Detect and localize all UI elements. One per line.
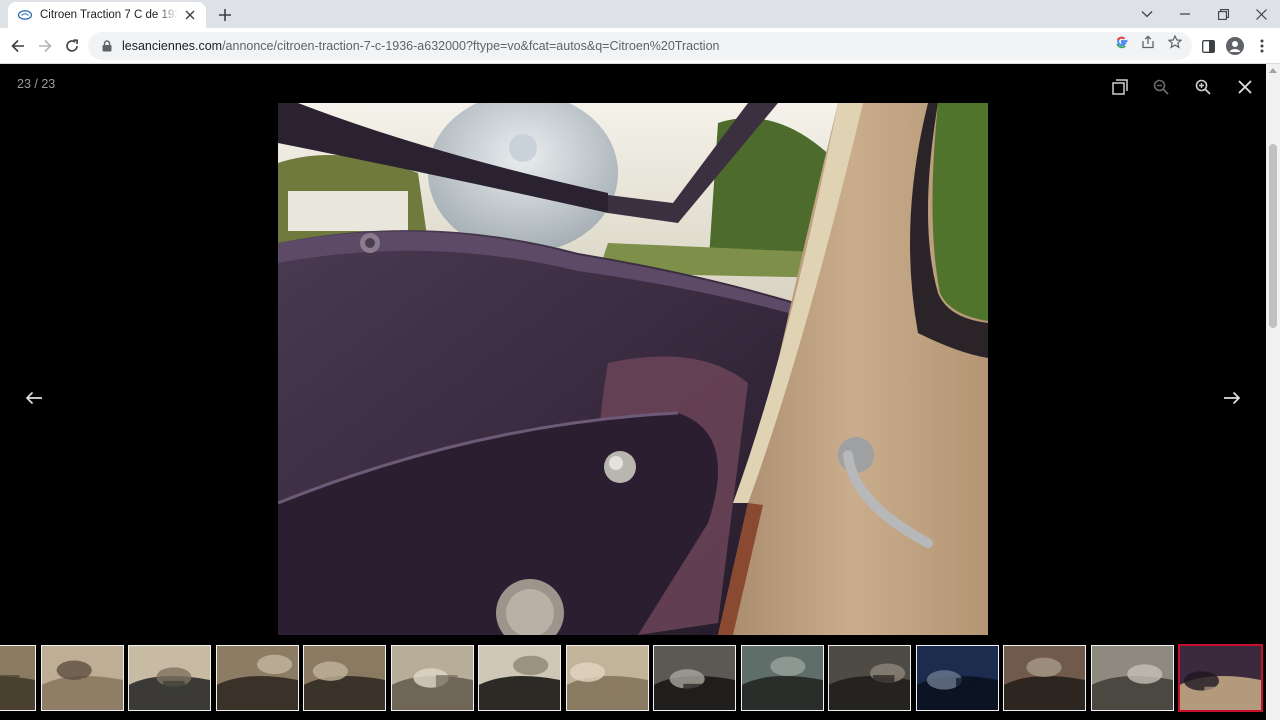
page-scrollbar[interactable] xyxy=(1266,64,1280,720)
side-panel-icon[interactable] xyxy=(1196,34,1220,58)
browser-tab-strip: Citroen Traction 7 C de 1936 à v xyxy=(0,0,1280,28)
thumbnail-front-blue[interactable] xyxy=(915,645,999,711)
thumbnail-engine-bay[interactable] xyxy=(828,645,911,711)
thumbnail-door-interior[interactable] xyxy=(1178,644,1263,712)
thumbnail-strip xyxy=(0,644,1266,712)
photo-counter: 23 / 23 xyxy=(17,77,56,91)
profile-avatar-icon[interactable] xyxy=(1223,34,1247,58)
zoom-out-icon[interactable] xyxy=(1147,73,1175,101)
thumbnail-interior-rear[interactable] xyxy=(303,645,386,711)
bookmark-star-icon[interactable] xyxy=(1167,34,1183,50)
thumbnail-interior-rear[interactable] xyxy=(215,645,299,711)
thumbnail-front-seat[interactable] xyxy=(565,645,649,711)
browser-toolbar: lesanciennes.com/annonce/citroen-tractio… xyxy=(0,28,1280,64)
thumbnail-seat-plastic[interactable] xyxy=(478,645,561,711)
reload-icon[interactable] xyxy=(60,34,84,58)
share-icon[interactable] xyxy=(1140,34,1156,50)
main-photo xyxy=(278,103,988,635)
url-host: lesanciennes.com xyxy=(122,39,223,53)
tab-title: Citroen Traction 7 C de 1936 à v xyxy=(40,9,178,21)
thumbnail-dashboard[interactable] xyxy=(653,645,736,711)
browser-tab[interactable]: Citroen Traction 7 C de 1936 à v xyxy=(8,2,206,28)
tab-close-icon[interactable] xyxy=(182,7,198,23)
thumbnail-engine[interactable] xyxy=(740,645,824,711)
forward-icon[interactable] xyxy=(33,34,57,58)
close-lightbox-icon[interactable] xyxy=(1231,73,1259,101)
zoom-in-icon[interactable] xyxy=(1189,73,1217,101)
close-window-icon[interactable] xyxy=(1242,0,1280,28)
new-tab-icon[interactable] xyxy=(214,4,236,26)
thumbnail-side-grey[interactable] xyxy=(1090,645,1174,711)
thumbnail-rear-seat[interactable] xyxy=(40,645,124,711)
thumbnail-steering-wheel[interactable] xyxy=(0,645,36,711)
site-favicon-icon xyxy=(18,8,32,22)
thumbnail-open-door[interactable] xyxy=(128,645,211,711)
next-arrow-icon[interactable] xyxy=(1218,386,1246,410)
tab-search-chevron-icon[interactable] xyxy=(1128,0,1166,28)
thumbnail-seat-cover[interactable] xyxy=(390,645,474,711)
minimize-icon[interactable] xyxy=(1166,0,1204,28)
fullscreen-icon[interactable] xyxy=(1106,73,1134,101)
address-bar[interactable]: lesanciennes.com/annonce/citroen-tractio… xyxy=(88,32,1192,60)
scroll-up-arrow-icon[interactable] xyxy=(1269,68,1277,73)
browser-menu-icon[interactable] xyxy=(1250,34,1274,58)
url-text: lesanciennes.com/annonce/citroen-tractio… xyxy=(122,39,719,53)
url-path: /annonce/citroen-traction-7-c-1936-a6320… xyxy=(222,39,720,53)
previous-arrow-icon[interactable] xyxy=(20,386,48,410)
restore-icon[interactable] xyxy=(1204,0,1242,28)
google-lens-icon[interactable] xyxy=(1114,34,1130,50)
photo-lightbox: 23 / 23 xyxy=(0,64,1266,720)
lock-icon[interactable] xyxy=(100,39,114,53)
scrollbar-thumb[interactable] xyxy=(1269,144,1277,328)
thumbnail-front-rusty[interactable] xyxy=(1003,645,1086,711)
back-icon[interactable] xyxy=(6,34,30,58)
